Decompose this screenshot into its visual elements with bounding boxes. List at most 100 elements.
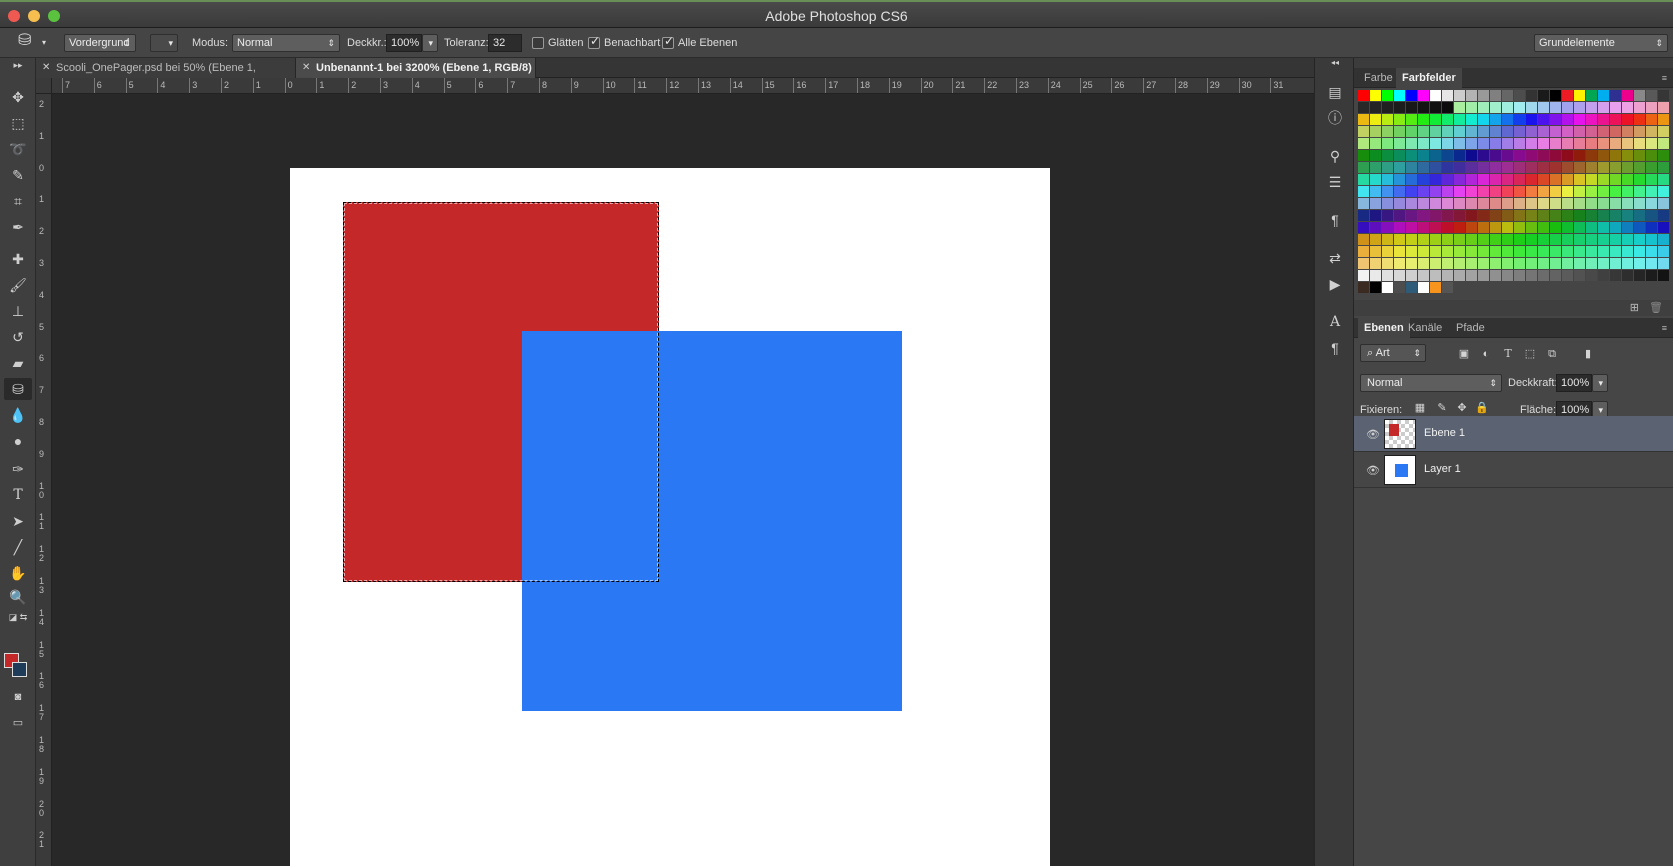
color-swatch[interactable]: [1490, 90, 1501, 101]
color-swatch[interactable]: [1502, 198, 1513, 209]
color-swatch[interactable]: [1586, 186, 1597, 197]
color-swatch[interactable]: [1526, 174, 1537, 185]
color-swatch[interactable]: [1478, 234, 1489, 245]
color-swatch[interactable]: [1466, 186, 1477, 197]
color-swatch[interactable]: [1538, 162, 1549, 173]
color-swatch[interactable]: [1610, 126, 1621, 137]
color-swatch[interactable]: [1478, 162, 1489, 173]
color-swatch[interactable]: [1490, 174, 1501, 185]
color-swatch[interactable]: [1610, 102, 1621, 113]
color-swatch[interactable]: [1586, 246, 1597, 257]
tab-farbe[interactable]: Farbe: [1358, 68, 1399, 88]
tool-presets-icon[interactable]: ⇄: [1325, 248, 1345, 268]
pen-tool-icon[interactable]: ✑: [4, 458, 32, 480]
color-swatch[interactable]: [1526, 270, 1537, 281]
lock-pixels-icon[interactable]: ✎: [1434, 400, 1450, 416]
ruler-origin[interactable]: [36, 78, 52, 94]
filter-shape-icon[interactable]: ⬚: [1522, 346, 1538, 362]
paragraph-styles-icon[interactable]: ¶: [1325, 210, 1345, 230]
color-swatch[interactable]: [1610, 174, 1621, 185]
color-swatch[interactable]: [1598, 174, 1609, 185]
color-swatch[interactable]: [1562, 186, 1573, 197]
background-color-swatch[interactable]: [12, 662, 27, 677]
color-swatch[interactable]: [1370, 270, 1381, 281]
color-swatch[interactable]: [1514, 210, 1525, 221]
color-swatch[interactable]: [1454, 258, 1465, 269]
color-swatch[interactable]: [1406, 258, 1417, 269]
color-swatch[interactable]: [1562, 222, 1573, 233]
new-swatch-icon[interactable]: ⊞: [1630, 301, 1639, 314]
color-swatch[interactable]: [1610, 90, 1621, 101]
color-swatch[interactable]: [1550, 246, 1561, 257]
color-swatch[interactable]: [1394, 114, 1405, 125]
color-swatch[interactable]: [1430, 102, 1441, 113]
color-swatch[interactable]: [1562, 90, 1573, 101]
color-swatch[interactable]: [1646, 186, 1657, 197]
color-swatch[interactable]: [1538, 258, 1549, 269]
color-swatch[interactable]: [1358, 162, 1369, 173]
color-swatch[interactable]: [1586, 126, 1597, 137]
color-swatch[interactable]: [1646, 210, 1657, 221]
quick-mask-icon[interactable]: ◙: [4, 686, 32, 708]
color-swatch[interactable]: [1550, 174, 1561, 185]
color-swatch[interactable]: [1622, 174, 1633, 185]
color-swatch[interactable]: [1658, 210, 1669, 221]
color-swatch[interactable]: [1514, 258, 1525, 269]
tab-kanaele[interactable]: Kanäle: [1402, 318, 1448, 338]
color-swatch[interactable]: [1370, 234, 1381, 245]
color-swatch[interactable]: [1526, 222, 1537, 233]
color-swatch[interactable]: [1358, 222, 1369, 233]
color-swatch[interactable]: [1358, 114, 1369, 125]
color-swatch[interactable]: [1430, 282, 1441, 293]
color-swatch[interactable]: [1658, 102, 1669, 113]
character-panel-icon[interactable]: A: [1325, 312, 1345, 332]
tab-pfade[interactable]: Pfade: [1450, 318, 1491, 338]
color-swatch[interactable]: [1478, 150, 1489, 161]
color-swatch[interactable]: [1502, 90, 1513, 101]
contiguous-checkbox[interactable]: [588, 34, 600, 49]
color-swatch[interactable]: [1574, 102, 1585, 113]
color-swatch[interactable]: [1646, 162, 1657, 173]
color-swatch[interactable]: [1622, 162, 1633, 173]
line-tool-icon[interactable]: ╱: [4, 536, 32, 558]
color-swatch[interactable]: [1454, 114, 1465, 125]
mode-dropdown[interactable]: Normal ⇕: [232, 34, 340, 52]
color-swatch[interactable]: [1382, 162, 1393, 173]
color-swatch[interactable]: [1646, 198, 1657, 209]
color-swatch[interactable]: [1622, 150, 1633, 161]
color-swatch[interactable]: [1538, 210, 1549, 221]
panel-menu-icon[interactable]: ≡: [1656, 318, 1673, 338]
color-swatch[interactable]: [1658, 186, 1669, 197]
color-swatch[interactable]: [1418, 198, 1429, 209]
color-swatch[interactable]: [1634, 174, 1645, 185]
color-swatch[interactable]: [1382, 210, 1393, 221]
color-swatch[interactable]: [1478, 114, 1489, 125]
color-swatch[interactable]: [1658, 222, 1669, 233]
color-swatch[interactable]: [1526, 234, 1537, 245]
opacity-slider-button[interactable]: ▾: [422, 34, 438, 52]
paragraph-panel-icon[interactable]: ¶: [1325, 338, 1345, 358]
color-swatch[interactable]: [1430, 246, 1441, 257]
color-swatch[interactable]: [1430, 90, 1441, 101]
color-swatch[interactable]: [1370, 126, 1381, 137]
color-swatch[interactable]: [1586, 90, 1597, 101]
color-swatch[interactable]: [1586, 210, 1597, 221]
color-swatch[interactable]: [1586, 114, 1597, 125]
filter-type-icon[interactable]: T: [1500, 346, 1516, 362]
document-tab-unbenannt[interactable]: ✕ Unbenannt-1 bei 3200% (Ebene 1, RGB/8)…: [296, 58, 536, 94]
panel-menu-icon[interactable]: ≡: [1656, 68, 1673, 88]
color-swatch[interactable]: [1418, 138, 1429, 149]
color-swatch[interactable]: [1466, 234, 1477, 245]
color-swatch[interactable]: [1466, 222, 1477, 233]
color-swatch[interactable]: [1454, 174, 1465, 185]
color-swatch[interactable]: [1634, 198, 1645, 209]
lock-all-icon[interactable]: 🔒: [1474, 400, 1490, 416]
color-swatch[interactable]: [1562, 126, 1573, 137]
color-swatch[interactable]: [1574, 150, 1585, 161]
color-swatch[interactable]: [1442, 186, 1453, 197]
color-swatch[interactable]: [1586, 270, 1597, 281]
color-swatch[interactable]: [1466, 126, 1477, 137]
color-swatch[interactable]: [1490, 246, 1501, 257]
crop-tool-icon[interactable]: ⌗: [4, 190, 32, 212]
layer-row-ebene-1[interactable]: 👁 Ebene 1: [1354, 416, 1673, 452]
